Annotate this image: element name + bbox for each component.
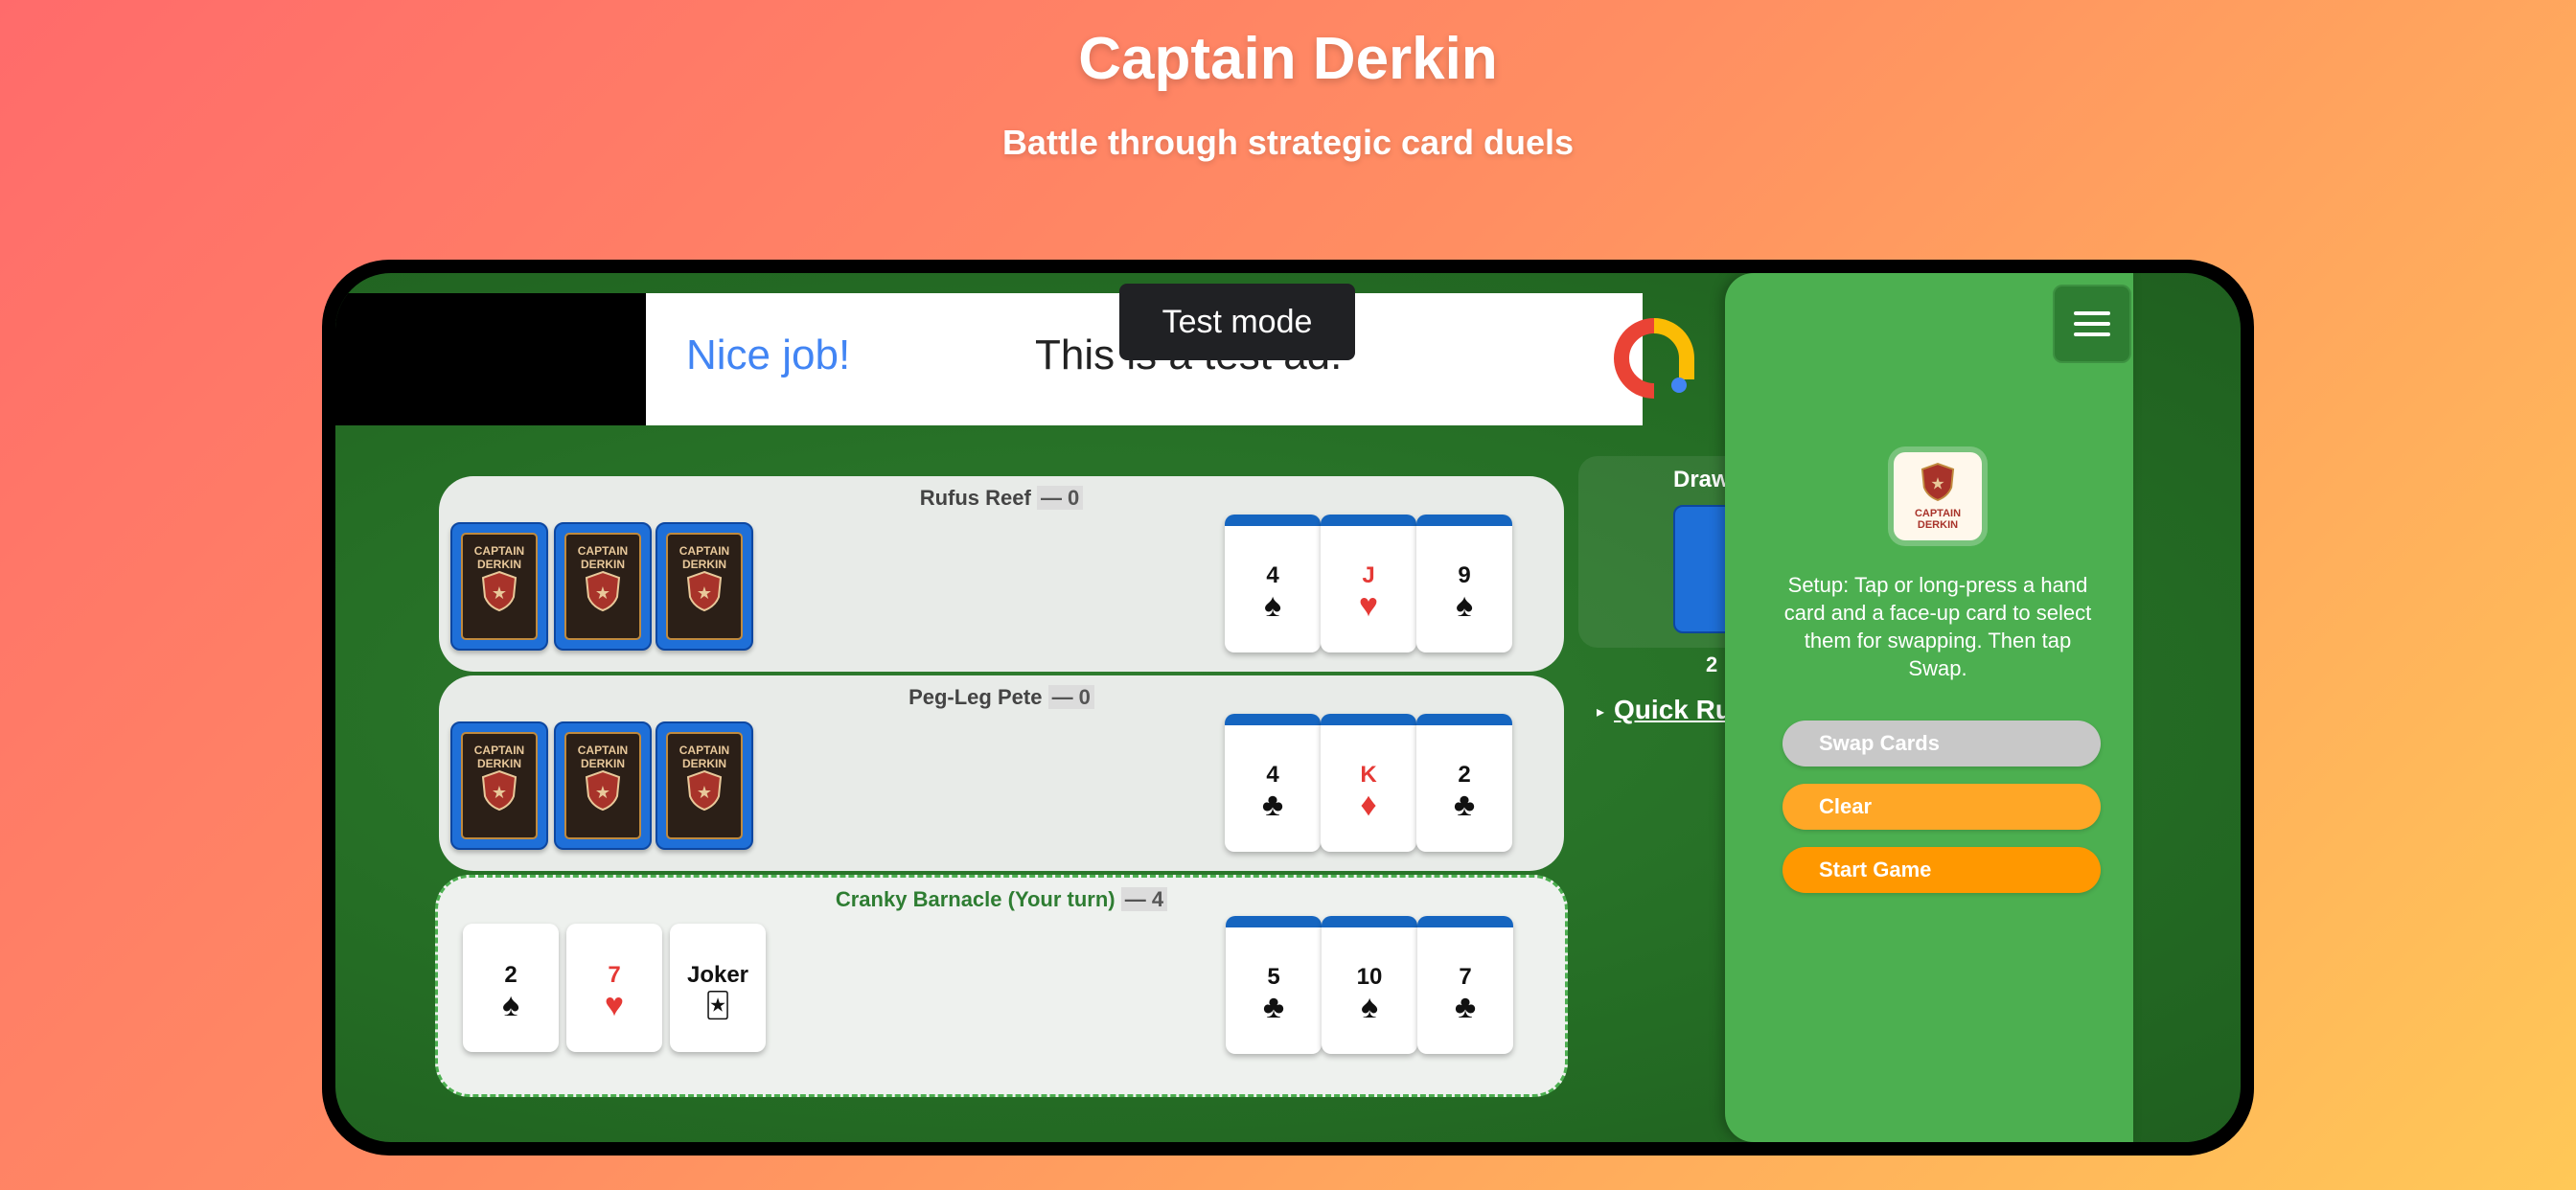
card-rank: 9 — [1458, 562, 1471, 588]
card-rank: 4 — [1266, 562, 1279, 588]
ad-left-bar — [335, 293, 646, 425]
heart-icon: ♥ — [604, 987, 625, 1023]
hand-card-back[interactable]: CAPTAIN DERKIN ★ — [554, 721, 652, 850]
player-name: Peg-Leg Pete — [908, 685, 1043, 709]
spade-icon: ♠ — [501, 987, 520, 1023]
card-rank: 2 — [504, 962, 518, 988]
player-name-row: Cranky Barnacle (Your turn) — 4 — [438, 887, 1565, 912]
spade-icon: ♠ — [1263, 587, 1282, 624]
shield-icon: ★ — [481, 769, 518, 812]
triangle-right-icon: ▸ — [1597, 703, 1605, 721]
player-panel-rufus: Rufus Reef — 0 CAPTAIN DERKIN ★ CAPTAIN … — [439, 476, 1564, 672]
player-name: Cranky Barnacle (Your turn) — [835, 887, 1116, 911]
club-icon: ♣ — [1261, 787, 1284, 823]
hamburger-menu-icon[interactable] — [2053, 285, 2131, 363]
svg-text:★: ★ — [595, 584, 610, 603]
hand-card-back[interactable]: CAPTAIN DERKIN ★ — [450, 721, 548, 850]
player-name-row: Rufus Reef — 0 — [439, 486, 1564, 511]
player-name-row: Peg-Leg Pete — 0 — [439, 685, 1564, 710]
shield-icon: ★ — [585, 769, 621, 812]
test-mode-badge: Test mode — [1119, 284, 1355, 360]
ad-headline: Nice job! — [686, 332, 851, 378]
ad-logo-icon — [1614, 318, 1694, 399]
shield-icon: ★ — [686, 570, 723, 612]
face-up-card[interactable]: 4 ♣ — [1225, 714, 1321, 852]
card-rank: 2 — [1458, 762, 1471, 788]
club-icon: ♣ — [1262, 989, 1285, 1025]
player-name: Rufus Reef — [919, 486, 1031, 510]
logo-text: CAPTAIN DERKIN — [1914, 508, 1962, 531]
card-rank: 4 — [1266, 762, 1279, 788]
face-up-card[interactable]: 7 ♣ — [1417, 916, 1513, 1054]
shield-icon: ★ — [1920, 463, 1955, 501]
hand-card-back[interactable]: CAPTAIN DERKIN ★ — [450, 522, 548, 651]
face-up-card[interactable]: 4 ♠ — [1225, 515, 1321, 652]
player-panel-cranky-barnacle: Cranky Barnacle (Your turn) — 4 2 ♠ 7 ♥ … — [435, 875, 1568, 1097]
clear-button[interactable]: Clear — [1782, 784, 2101, 830]
hand-card-back[interactable]: CAPTAIN DERKIN ★ — [656, 522, 753, 651]
spade-icon: ♠ — [1455, 587, 1474, 624]
club-icon: ♣ — [1453, 787, 1476, 823]
page-title: Captain Derkin — [1078, 26, 1498, 92]
hand-card-back[interactable]: CAPTAIN DERKIN ★ — [656, 721, 753, 850]
face-up-card[interactable]: 5 ♣ — [1226, 916, 1322, 1054]
diamond-icon: ♦ — [1360, 787, 1377, 823]
hand-card-back[interactable]: CAPTAIN DERKIN ★ — [554, 522, 652, 651]
player-score: — 4 — [1120, 887, 1168, 911]
game-screen: Nice job! This is a test ad. Test mode R… — [335, 273, 2241, 1142]
start-game-button[interactable]: Start Game — [1782, 847, 2101, 893]
face-up-card[interactable]: 9 ♠ — [1416, 515, 1512, 652]
swap-cards-button[interactable]: Swap Cards — [1782, 721, 2101, 767]
setup-instructions: Setup: Tap or long-press a hand card and… — [1783, 573, 2092, 680]
player-score: — 0 — [1047, 685, 1094, 709]
svg-text:★: ★ — [595, 783, 610, 802]
face-up-card[interactable]: K ♦ — [1321, 714, 1416, 852]
player-score: — 0 — [1036, 486, 1084, 510]
face-up-card[interactable]: 2 ♣ — [1416, 714, 1512, 852]
card-rank: 7 — [1459, 964, 1472, 990]
card-rank: 10 — [1356, 964, 1383, 990]
svg-text:★: ★ — [492, 584, 507, 603]
svg-text:★: ★ — [1930, 475, 1944, 493]
spade-icon: ♠ — [1360, 989, 1379, 1025]
side-menu: ★ CAPTAIN DERKIN Setup: Tap or long-pres… — [1725, 273, 2133, 1142]
card-rank: 7 — [608, 962, 621, 988]
card-rank: Joker — [686, 962, 749, 988]
shield-icon: ★ — [481, 570, 518, 612]
hand-card[interactable]: 2 ♠ — [463, 924, 559, 1052]
svg-text:★: ★ — [697, 783, 712, 802]
hand-card[interactable]: 7 ♥ — [566, 924, 662, 1052]
club-icon: ♣ — [1454, 989, 1477, 1025]
card-rank: 5 — [1267, 964, 1280, 990]
draw-pile-count: 2 — [1706, 652, 1718, 676]
svg-text:★: ★ — [697, 584, 712, 603]
svg-text:★: ★ — [492, 783, 507, 802]
face-up-card[interactable]: J ♥ — [1321, 515, 1416, 652]
app-logo: ★ CAPTAIN DERKIN — [1894, 452, 1982, 540]
heart-icon: ♥ — [1358, 587, 1379, 624]
hand-card[interactable]: Joker 🃏 — [670, 924, 766, 1052]
shield-icon: ★ — [585, 570, 621, 612]
joker-icon: 🃏 — [704, 991, 731, 1019]
card-rank: K — [1360, 762, 1377, 788]
device-frame: Nice job! This is a test ad. Test mode R… — [322, 260, 2254, 1156]
card-rank: J — [1362, 562, 1375, 588]
shield-icon: ★ — [686, 769, 723, 812]
player-panel-pete: Peg-Leg Pete — 0 CAPTAIN DERKIN ★ CAPTAI… — [439, 675, 1564, 871]
face-up-card[interactable]: 10 ♠ — [1322, 916, 1417, 1054]
page-subtitle: Battle through strategic card duels — [1001, 123, 1575, 162]
